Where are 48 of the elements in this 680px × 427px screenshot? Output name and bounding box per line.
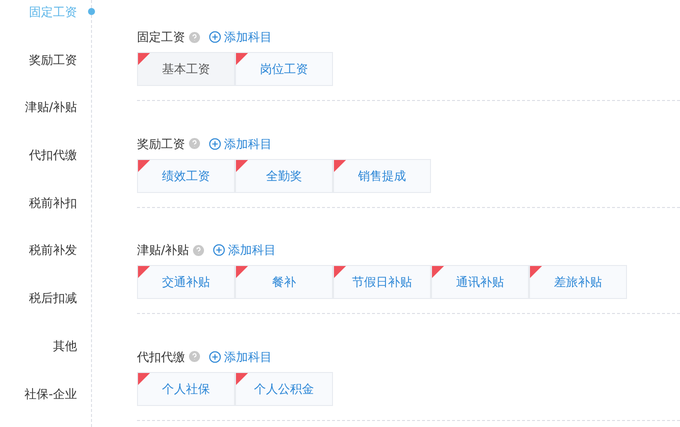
nav-item[interactable]: 税前补发 <box>29 240 77 260</box>
help-icon[interactable] <box>189 351 200 362</box>
subject-chip[interactable]: 通讯补贴 <box>431 265 529 299</box>
subject-chip[interactable]: 差旅补贴 <box>529 265 627 299</box>
subject-chip[interactable]: 节假日补贴 <box>333 265 431 299</box>
corner-flag-icon <box>138 372 150 384</box>
plus-circle-icon <box>209 31 221 43</box>
corner-flag-icon <box>236 53 248 65</box>
nav-item[interactable]: 社保-企业 <box>24 384 77 404</box>
corner-flag-icon <box>530 266 542 278</box>
corner-flag-icon <box>334 160 346 172</box>
section-title: 奖励工资 <box>137 136 185 152</box>
nav-item[interactable]: 其他 <box>53 336 77 356</box>
nav-item[interactable]: 税前补扣 <box>29 192 77 213</box>
help-icon[interactable] <box>189 138 200 149</box>
section-title: 代扣代缴 <box>137 348 185 366</box>
nav-item[interactable]: 代扣代缴 <box>29 145 77 166</box>
nav-item[interactable]: 奖励工资 <box>29 50 77 70</box>
subject-chip[interactable]: 个人公积金 <box>235 372 333 406</box>
add-subject-link[interactable]: 添加科目 <box>209 134 272 152</box>
corner-flag-icon <box>138 266 150 278</box>
plus-circle-icon <box>209 138 221 150</box>
nav-item[interactable]: 税后扣减 <box>29 288 77 308</box>
corner-flag-icon <box>138 160 150 172</box>
nav-item[interactable]: 固定工资 <box>29 2 77 22</box>
help-icon[interactable] <box>189 32 200 42</box>
corner-flag-icon <box>236 266 248 278</box>
subject-chip[interactable]: 全勤奖 <box>235 158 333 192</box>
nav-item[interactable]: 津贴/补贴 <box>24 97 77 118</box>
plus-circle-icon <box>209 350 221 362</box>
corner-flag-icon <box>236 372 248 384</box>
subject-chip[interactable]: 销售提成 <box>333 158 431 192</box>
add-subject-link[interactable]: 添加科目 <box>209 348 272 366</box>
corner-flag-icon <box>138 53 150 65</box>
plus-circle-icon <box>213 244 226 256</box>
section-title: 固定工资 <box>137 29 185 46</box>
subject-chip[interactable]: 个人社保 <box>137 372 235 406</box>
section-title: 津贴/补贴 <box>137 242 190 259</box>
corner-flag-icon <box>432 266 444 278</box>
subject-chip[interactable]: 餐补 <box>235 265 333 299</box>
subject-chip[interactable]: 交通补贴 <box>137 265 235 299</box>
subject-chip[interactable]: 岗位工资 <box>235 52 333 86</box>
help-icon[interactable] <box>193 244 204 256</box>
subject-chip[interactable]: 绩效工资 <box>137 158 235 192</box>
corner-flag-icon <box>334 266 346 278</box>
add-subject-link[interactable]: 添加科目 <box>213 241 276 259</box>
add-subject-link[interactable]: 添加科目 <box>209 28 272 46</box>
corner-flag-icon <box>236 160 248 172</box>
